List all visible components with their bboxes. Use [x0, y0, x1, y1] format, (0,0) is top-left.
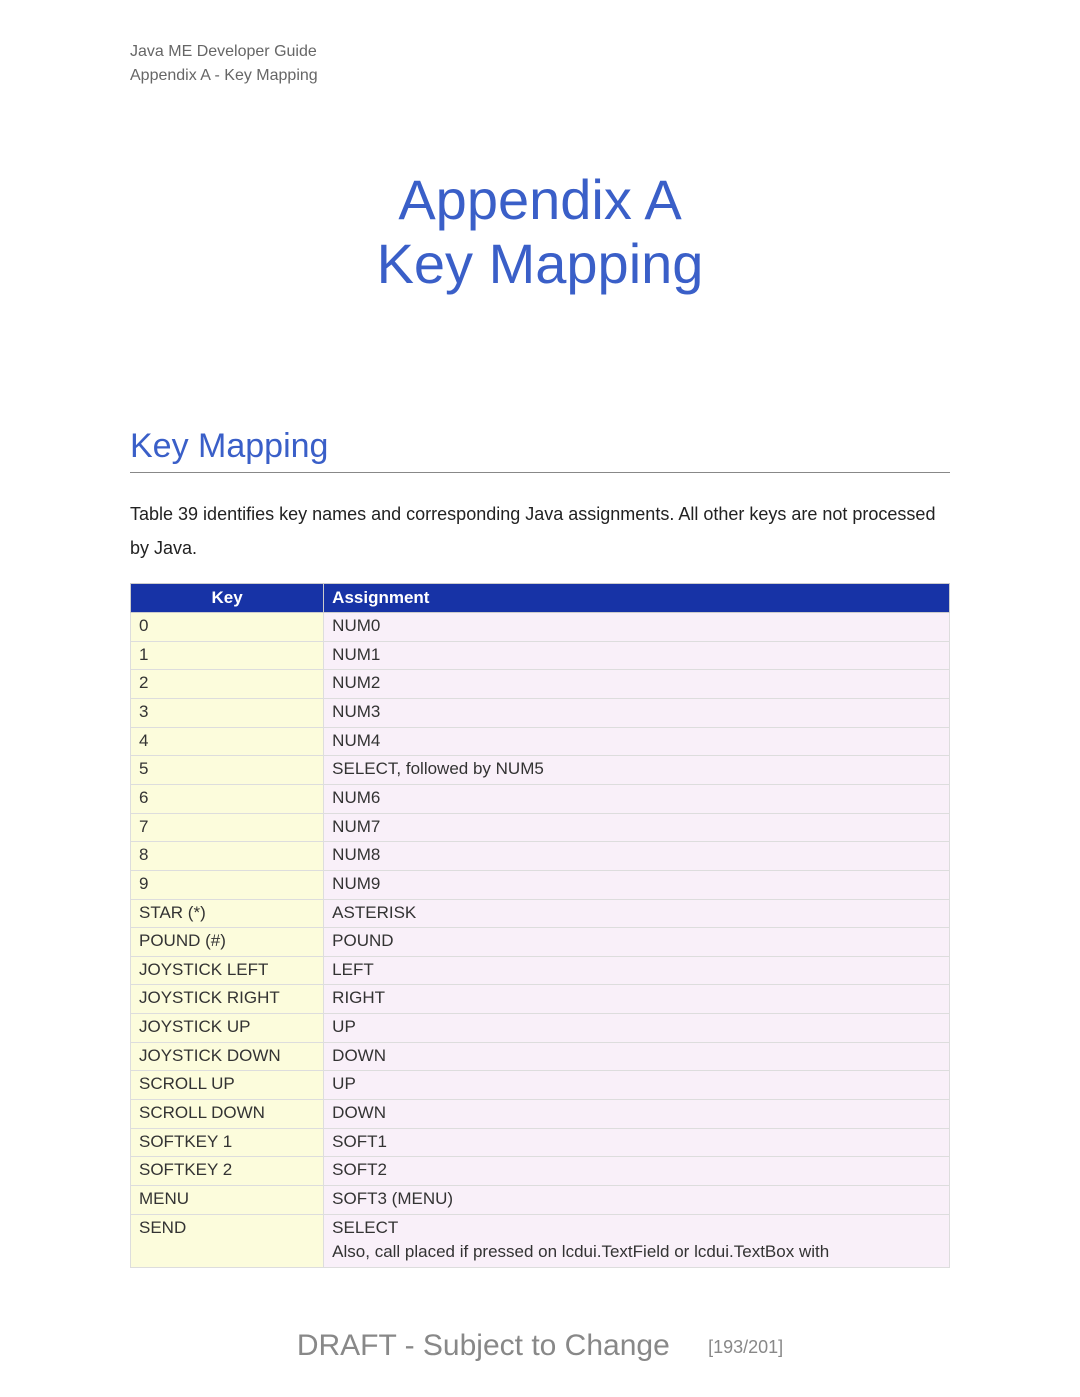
- cell-key: 2: [131, 670, 324, 699]
- section-heading: Key Mapping: [130, 427, 950, 473]
- table-row: SOFTKEY 2SOFT2: [131, 1157, 950, 1186]
- table-row: JOYSTICK UPUP: [131, 1014, 950, 1043]
- cell-assignment: SOFT3 (MENU): [324, 1185, 950, 1214]
- cell-assignment: SELECT, followed by NUM5: [324, 756, 950, 785]
- table-row: STAR (*)ASTERISK: [131, 899, 950, 928]
- title-line-2: Key Mapping: [130, 232, 950, 296]
- cell-assignment: POUND: [324, 928, 950, 957]
- cell-assignment: SOFT2: [324, 1157, 950, 1186]
- cell-key: JOYSTICK UP: [131, 1014, 324, 1043]
- table-row: 9NUM9: [131, 870, 950, 899]
- table-row: 6NUM6: [131, 785, 950, 814]
- cell-assignment: NUM3: [324, 699, 950, 728]
- cell-key: 0: [131, 613, 324, 642]
- cell-key: 3: [131, 699, 324, 728]
- cell-assignment: UP: [324, 1014, 950, 1043]
- cell-key: SCROLL DOWN: [131, 1100, 324, 1129]
- cell-key: SEND: [131, 1214, 324, 1267]
- cell-key: 6: [131, 785, 324, 814]
- cell-key: 1: [131, 641, 324, 670]
- cell-key: 7: [131, 813, 324, 842]
- table-row: 0NUM0: [131, 613, 950, 642]
- cell-assignment: RIGHT: [324, 985, 950, 1014]
- cell-key: JOYSTICK DOWN: [131, 1042, 324, 1071]
- col-header-key: Key: [131, 584, 324, 613]
- cell-assignment: DOWN: [324, 1042, 950, 1071]
- cell-key: SOFTKEY 2: [131, 1157, 324, 1186]
- col-header-assignment: Assignment: [324, 584, 950, 613]
- cell-assignment: NUM7: [324, 813, 950, 842]
- table-row: SENDSELECTAlso, call placed if pressed o…: [131, 1214, 950, 1267]
- cell-assignment: NUM1: [324, 641, 950, 670]
- header-line-1: Java ME Developer Guide: [130, 40, 950, 64]
- cell-key: JOYSTICK RIGHT: [131, 985, 324, 1014]
- cell-key: 4: [131, 727, 324, 756]
- cell-key: SCROLL UP: [131, 1071, 324, 1100]
- table-row: 5SELECT, followed by NUM5: [131, 756, 950, 785]
- title-block: Appendix A Key Mapping: [130, 168, 950, 297]
- page-number: [193/201]: [708, 1337, 783, 1357]
- table-row: SOFTKEY 1SOFT1: [131, 1128, 950, 1157]
- draft-label: DRAFT - Subject to Change: [297, 1329, 670, 1362]
- table-row: SCROLL DOWNDOWN: [131, 1100, 950, 1129]
- page-footer: DRAFT - Subject to Change [193/201]: [0, 1329, 1080, 1363]
- table-row: 3NUM3: [131, 699, 950, 728]
- cell-assignment: NUM9: [324, 870, 950, 899]
- cell-assignment: NUM4: [324, 727, 950, 756]
- cell-key: SOFTKEY 1: [131, 1128, 324, 1157]
- table-row: 4NUM4: [131, 727, 950, 756]
- table-row: JOYSTICK RIGHTRIGHT: [131, 985, 950, 1014]
- cell-assignment: SELECTAlso, call placed if pressed on lc…: [324, 1214, 950, 1267]
- table-row: 2NUM2: [131, 670, 950, 699]
- cell-assignment: SOFT1: [324, 1128, 950, 1157]
- cell-assignment: NUM0: [324, 613, 950, 642]
- cell-assignment: DOWN: [324, 1100, 950, 1129]
- cell-assignment: ASTERISK: [324, 899, 950, 928]
- table-row: 1NUM1: [131, 641, 950, 670]
- key-mapping-table: Key Assignment 0NUM01NUM12NUM23NUM34NUM4…: [130, 583, 950, 1268]
- table-row: JOYSTICK DOWNDOWN: [131, 1042, 950, 1071]
- cell-key: 9: [131, 870, 324, 899]
- table-row: 7NUM7: [131, 813, 950, 842]
- table-row: MENUSOFT3 (MENU): [131, 1185, 950, 1214]
- table-row: SCROLL UPUP: [131, 1071, 950, 1100]
- header-line-2: Appendix A - Key Mapping: [130, 64, 950, 88]
- title-line-1: Appendix A: [130, 168, 950, 232]
- table-row: POUND (#)POUND: [131, 928, 950, 957]
- cell-key: STAR (*): [131, 899, 324, 928]
- cell-assignment: UP: [324, 1071, 950, 1100]
- cell-key: POUND (#): [131, 928, 324, 957]
- cell-assignment: NUM6: [324, 785, 950, 814]
- cell-assignment: LEFT: [324, 956, 950, 985]
- intro-paragraph: Table 39 identifies key names and corres…: [130, 497, 950, 565]
- page-header: Java ME Developer Guide Appendix A - Key…: [130, 40, 950, 88]
- cell-assignment: NUM2: [324, 670, 950, 699]
- table-row: 8NUM8: [131, 842, 950, 871]
- cell-key: JOYSTICK LEFT: [131, 956, 324, 985]
- cell-key: 5: [131, 756, 324, 785]
- table-row: JOYSTICK LEFTLEFT: [131, 956, 950, 985]
- cell-key: 8: [131, 842, 324, 871]
- cell-assignment: NUM8: [324, 842, 950, 871]
- cell-key: MENU: [131, 1185, 324, 1214]
